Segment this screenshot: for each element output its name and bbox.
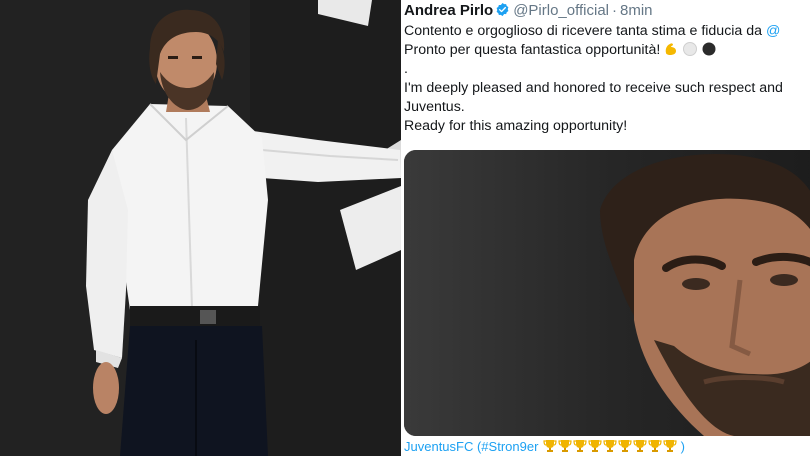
header-separator: · bbox=[612, 2, 618, 19]
black-circle-emoji-icon bbox=[701, 41, 717, 63]
tweet-header: Andrea Pirlo @Pirlo_official · 8min bbox=[404, 0, 810, 22]
trophy-icon bbox=[603, 439, 617, 456]
tweet-line-1-text: Contento e orgoglioso di ricevere tanta … bbox=[404, 23, 763, 39]
tweet-line-2: Pronto per questa fantastica opportunità… bbox=[404, 41, 810, 60]
author-handle[interactable]: @Pirlo_official bbox=[513, 2, 609, 19]
trophy-icon bbox=[648, 439, 662, 456]
tweet-media-image[interactable] bbox=[404, 150, 810, 436]
tweet-text: Contento e orgoglioso di ricevere tanta … bbox=[404, 22, 810, 136]
photo-left-pirlo-standing bbox=[0, 0, 401, 456]
mention-link[interactable]: @ bbox=[766, 23, 780, 39]
trophy-row bbox=[542, 439, 677, 454]
footer-link[interactable]: JuventusFC (#Stron9er bbox=[404, 439, 538, 454]
author-name[interactable]: Andrea Pirlo bbox=[404, 2, 493, 19]
tweet-line-3-text: . bbox=[404, 61, 408, 77]
tweet-line-5-text: Juventus. bbox=[404, 99, 465, 115]
tweet-line-6-text: Ready for this amazing opportunity! bbox=[404, 118, 628, 134]
tweet-line-6: Ready for this amazing opportunity! bbox=[404, 117, 810, 136]
trophy-icon bbox=[558, 439, 572, 456]
footer-suffix: ) bbox=[680, 439, 685, 454]
tweet-line-3: . bbox=[404, 60, 810, 79]
tweet-line-4-text: I'm deeply pleased and honored to receiv… bbox=[404, 80, 783, 96]
verified-badge-icon bbox=[495, 2, 510, 17]
trophy-icon bbox=[588, 439, 602, 456]
photo-illustration bbox=[0, 0, 401, 456]
trophy-icon bbox=[633, 439, 647, 456]
tweet-timestamp[interactable]: 8min bbox=[620, 2, 653, 19]
trophy-icon bbox=[543, 439, 557, 456]
white-circle-emoji-icon bbox=[682, 41, 698, 63]
flexed-biceps-emoji-icon bbox=[663, 41, 679, 63]
tweet-line-4: I'm deeply pleased and honored to receiv… bbox=[404, 79, 810, 98]
trophy-icon bbox=[618, 439, 632, 456]
media-portrait-illustration bbox=[404, 150, 810, 436]
tweet-line-5: Juventus. bbox=[404, 98, 810, 117]
trophy-icon bbox=[573, 439, 587, 456]
tweet-footer-line: JuventusFC (#Stron9er ) bbox=[404, 438, 810, 456]
trophy-icon bbox=[663, 439, 677, 456]
tweet-line-1: Contento e orgoglioso di ricevere tanta … bbox=[404, 22, 810, 41]
tweet-card: Andrea Pirlo @Pirlo_official · 8min Content… bbox=[404, 0, 810, 456]
tweet-line-2-text: Pronto per questa fantastica opportunità… bbox=[404, 42, 661, 58]
